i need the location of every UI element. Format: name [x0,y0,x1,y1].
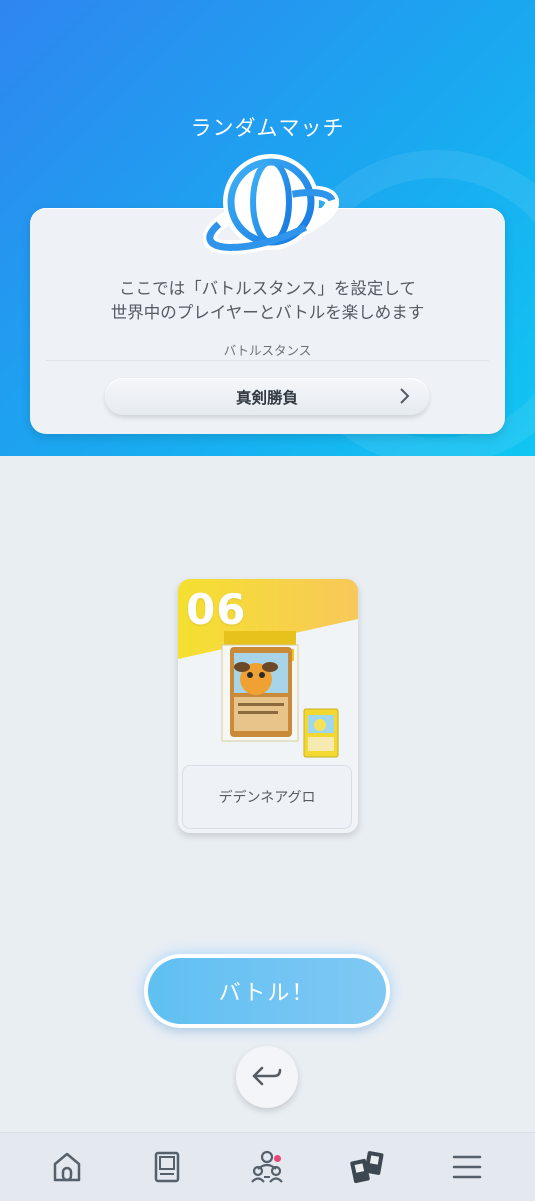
deck-name-box: デデンネアグロ [182,765,352,829]
deck-name: デデンネアグロ [218,790,316,806]
chevron-right-icon [400,388,410,404]
deck-card[interactable]: 06 デデンネアグロ [178,579,358,833]
deck-number: 06 [186,585,247,634]
description-line-2: 世界中のプレイヤーとバトルを楽しめます [110,303,425,322]
battle-icon [350,1151,384,1184]
back-button[interactable] [236,1046,298,1108]
social-icon [251,1150,283,1183]
bottom-navigation [0,1132,535,1201]
card-binder-icon [154,1151,180,1183]
divider [46,360,489,361]
stance-selector-button[interactable]: 真剣勝負 [105,378,429,415]
back-arrow-icon [252,1066,282,1086]
page-title: ランダムマッチ [190,116,345,140]
battle-button-label: バトル！ [218,981,316,1006]
description: ここでは「バトルスタンス」を設定して 世界中のプレイヤーとバトルを楽しめます [30,277,505,325]
description-line-1: ここでは「バトルスタンス」を設定して [119,279,416,298]
nav-battle[interactable] [347,1147,387,1187]
nav-cards[interactable] [147,1147,187,1187]
nav-social[interactable] [247,1147,287,1187]
nav-menu[interactable] [447,1147,487,1187]
home-icon [53,1152,81,1182]
stance-label: バトルスタンス [223,343,312,358]
globe-icon [203,154,339,255]
battle-button[interactable]: バトル！ [148,958,386,1024]
stance-value: 真剣勝負 [235,388,298,407]
menu-icon [452,1155,482,1179]
notification-dot [274,1155,281,1162]
nav-home[interactable] [47,1147,87,1187]
